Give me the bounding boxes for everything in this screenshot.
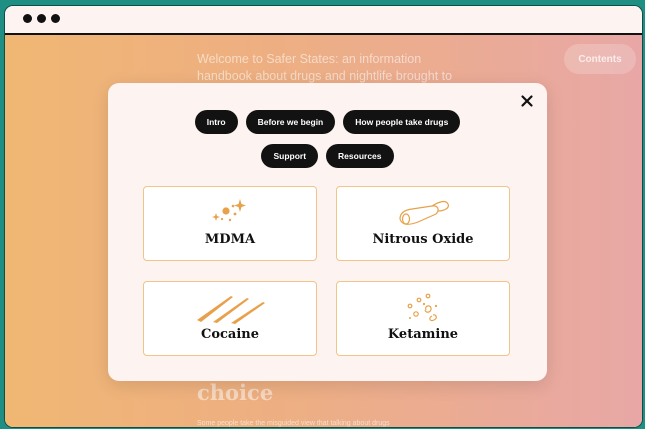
nav-chip-support[interactable]: Support [261, 144, 319, 168]
nav-chip-resources[interactable]: Resources [326, 144, 394, 168]
lines-icon [197, 296, 265, 324]
window-dot-icon[interactable] [23, 14, 32, 23]
balloon-canister-icon [399, 200, 449, 225]
window-dot-icon[interactable] [51, 14, 60, 23]
card-ketamine-label: Ketamine [387, 327, 459, 342]
close-icon[interactable] [519, 93, 535, 109]
window-titlebar [5, 6, 642, 35]
nav-chip-before-we-begin[interactable]: Before we begin [245, 110, 336, 134]
browser-window: Welcome to Safer States: an information … [5, 6, 642, 427]
sparkles-icon [212, 199, 246, 222]
page-background: Welcome to Safer States: an information … [5, 35, 642, 427]
navigation-modal: Intro Before we begin How people take dr… [108, 83, 547, 381]
card-cocaine-label: Cocaine [200, 327, 260, 342]
card-cocaine[interactable]: Cocaine [143, 281, 317, 356]
card-ketamine[interactable]: Ketamine [336, 281, 510, 356]
card-mdma[interactable]: MDMA [143, 186, 317, 261]
window-dot-icon[interactable] [37, 14, 46, 23]
card-nitrous-oxide[interactable]: Nitrous Oxide [336, 186, 510, 261]
nav-chip-intro[interactable]: Intro [194, 110, 238, 134]
nav-chip-how-people-take-drugs[interactable]: How people take drugs [343, 110, 461, 134]
card-mdma-label: MDMA [204, 232, 256, 247]
window-controls [23, 14, 60, 23]
swirl-dots-icon [407, 293, 438, 322]
nav-chips-row: Intro Before we begin How people take dr… [108, 110, 547, 134]
nav-chips-row: Support Resources [108, 144, 547, 168]
card-nitrous-oxide-label: Nitrous Oxide [372, 232, 474, 247]
